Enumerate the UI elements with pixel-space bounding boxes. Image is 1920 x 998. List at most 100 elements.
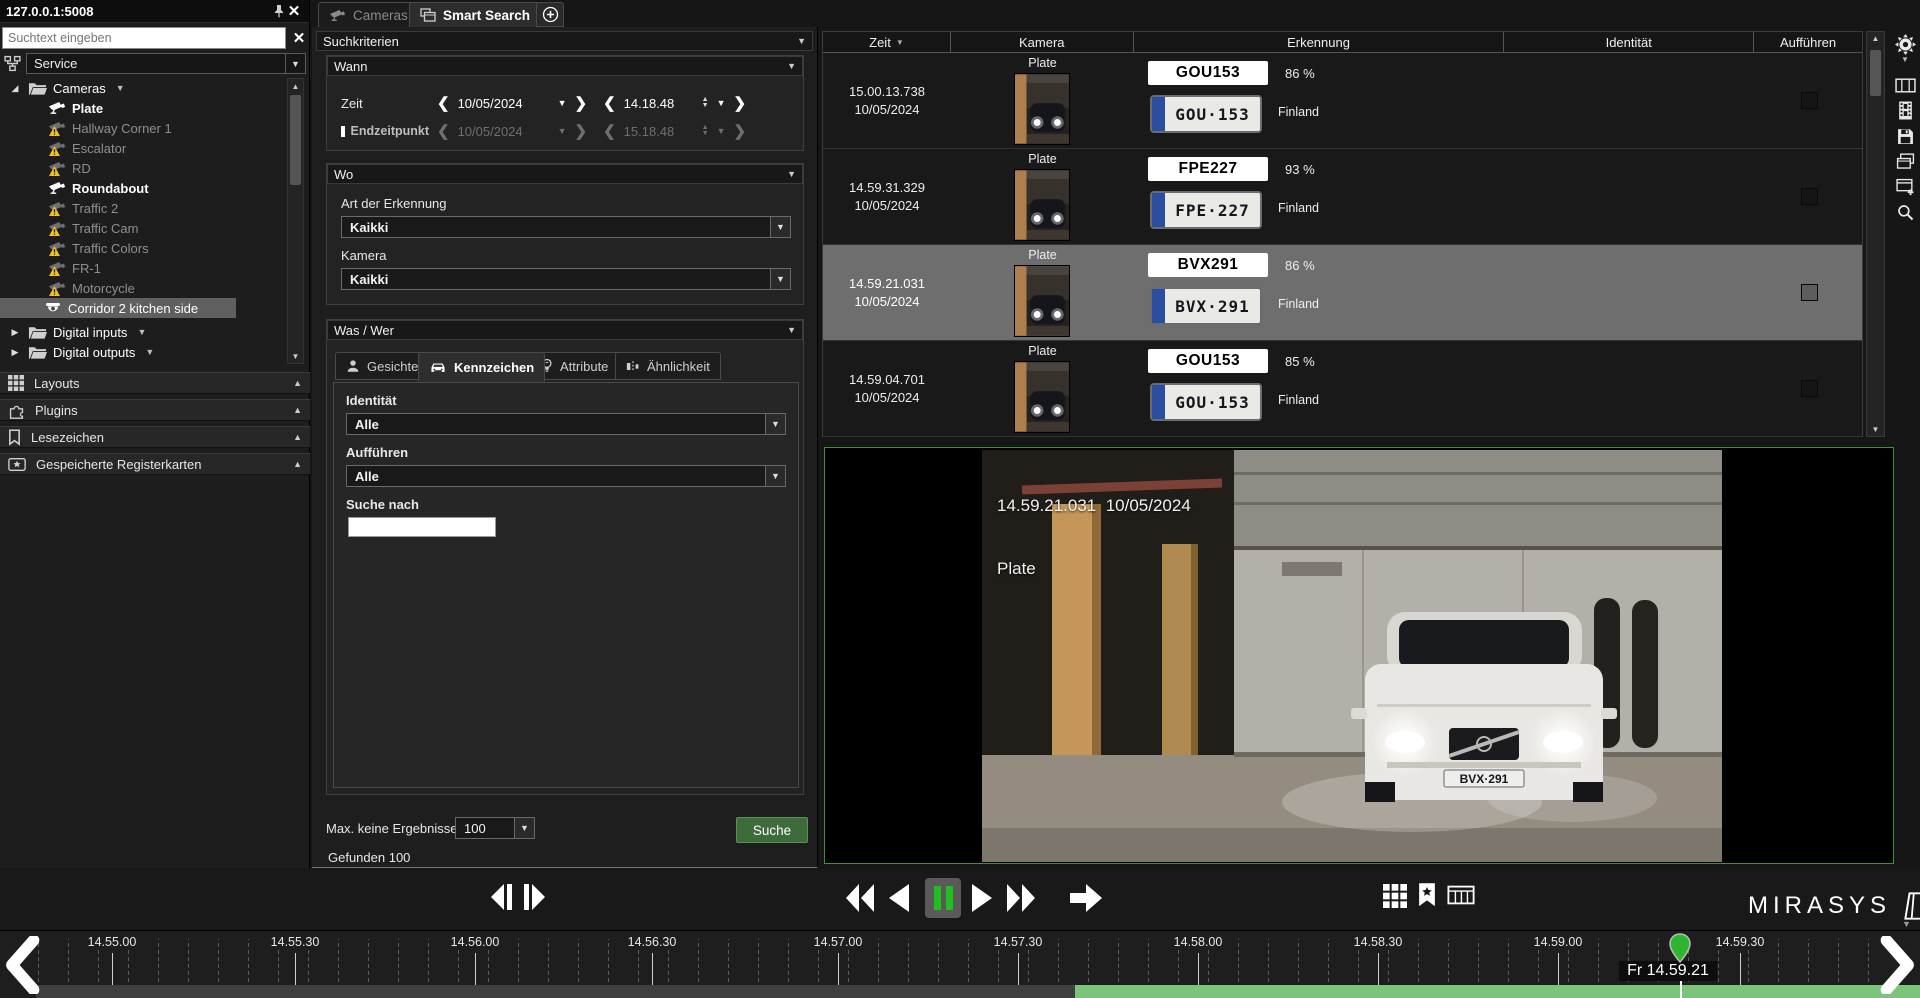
chevron-down-icon[interactable]: ▼ [285,54,305,73]
time-spinner[interactable]: ▲▼ [702,125,709,137]
filmstrip-horizontal-icon[interactable] [1895,78,1916,93]
camera-item[interactable]: Hallway Corner 1 [0,118,284,138]
bookmark-star-button[interactable] [1417,882,1437,908]
chevron-down-icon[interactable]: ▼ [116,83,125,93]
auffuehren-select[interactable]: Alle ▼ [346,465,786,487]
camera-item-roundabout[interactable]: Roundabout [0,178,284,198]
result-row[interactable]: 15.00.13.73810/05/2024 Plate GOU153 86 %… [823,53,1862,149]
result-row[interactable]: 14.59.31.32910/05/2024 Plate FPE227 93 %… [823,149,1862,245]
service-select[interactable]: Service ▼ [26,53,306,74]
film-table-button[interactable] [1447,885,1475,905]
scroll-up-icon[interactable]: ▲ [288,79,303,93]
wo-header[interactable]: Wo ▼ [327,164,803,184]
collapse-up-icon[interactable]: ▲ [293,405,302,415]
chevron-down-icon[interactable]: ▼ [787,169,796,179]
search-icon[interactable] [1897,204,1914,221]
chevron-down-icon[interactable]: ▼ [558,98,567,108]
camera-thumbnail[interactable] [1014,169,1070,241]
fast-forward-button[interactable] [1004,881,1038,915]
chevron-down-icon[interactable]: ▼ [717,98,726,108]
camera-thumbnail[interactable] [1014,265,1070,337]
add-window-icon[interactable] [1896,178,1915,196]
plate-image[interactable]: GOU·153 [1150,95,1262,133]
prev-time-icon[interactable]: ❮ [603,94,616,112]
panel-layouts[interactable]: Layouts ▲ [0,372,310,394]
chevron-down-icon[interactable]: ▼ [765,466,785,486]
jump-forward-button[interactable] [1068,881,1106,915]
settings-button[interactable]: ▼ [1895,34,1916,64]
end-time-value[interactable]: 15.18.48 [624,124,694,139]
pause-button[interactable] [925,878,961,918]
next-time-icon[interactable]: ❯ [734,94,747,112]
chevron-down-icon[interactable]: ▼ [558,126,567,136]
suchkriterien-header[interactable]: Suchkriterien ▼ [316,31,813,51]
endzeitpunkt-checkbox[interactable] [341,126,345,137]
next-time-icon[interactable]: ❯ [734,122,747,140]
save-icon[interactable] [1897,128,1914,145]
tree-scrollbar[interactable]: ▲ ▼ [287,78,304,364]
plate-image[interactable]: FPE·227 [1150,191,1262,229]
plate-image[interactable]: BVX·291 [1150,287,1262,325]
column-header-kamera[interactable]: Kamera [951,32,1134,52]
plate-number[interactable]: FPE227 [1148,157,1268,181]
new-tab-button[interactable] [536,2,564,27]
auffuehren-checkbox[interactable] [1801,92,1818,109]
chevron-down-icon[interactable]: ▼ [514,818,534,838]
grid-view-button[interactable] [1383,884,1407,908]
timeline-scroll-right-button[interactable] [1880,936,1916,994]
panel-gespeicherte-registerkarten[interactable]: Gespeicherte Registerkarten ▲ [0,453,310,475]
prev-date-icon[interactable]: ❮ [437,122,450,140]
clear-search-icon[interactable]: ✕ [290,29,308,47]
camera-item[interactable]: Traffic Cam [0,218,284,238]
step-backward-button[interactable] [488,882,514,912]
camera-item[interactable]: FR-1 [0,258,284,278]
chevron-down-icon[interactable]: ▼ [717,126,726,136]
zeit-time-value[interactable]: 14.18.48 [624,96,694,111]
step-forward-button[interactable] [522,882,548,912]
panel-plugins[interactable]: Plugins ▲ [0,399,310,421]
tree-folder-cameras[interactable]: ◢ Cameras ▼ [0,78,284,98]
next-date-icon[interactable]: ❯ [575,94,588,112]
timeline-scroll-left-button[interactable] [4,936,40,994]
tab-kennzeichen[interactable]: Kennzeichen [418,352,545,382]
camera-item-selected[interactable]: Corridor 2 kitchen side [0,298,236,318]
scroll-down-icon[interactable]: ▼ [288,349,303,363]
column-header-auffuehren[interactable]: Aufführen [1754,32,1862,52]
play-button[interactable] [970,881,996,915]
max-results-select[interactable]: 100 ▼ [455,817,535,839]
tree-view-icon[interactable] [4,55,21,72]
suche-nach-input[interactable] [348,517,496,537]
scroll-up-icon[interactable]: ▲ [1867,34,1884,43]
chevron-down-icon[interactable]: ▼ [787,325,796,335]
filmstrip-vertical-icon[interactable] [1898,101,1913,120]
export-windows-icon[interactable] [1896,153,1915,170]
pin-icon[interactable] [273,4,285,18]
auffuehren-checkbox[interactable] [1801,188,1818,205]
time-spinner[interactable]: ▲▼ [702,97,709,109]
kamera-select[interactable]: Kaikki ▼ [341,268,791,290]
tree-folder-digital-inputs[interactable]: ▶ Digital inputs ▼ [0,322,284,342]
search-input[interactable] [2,27,286,49]
rewind-button[interactable] [843,881,877,915]
column-header-erkennung[interactable]: Erkennung [1134,32,1505,52]
camera-item[interactable]: Escalator [0,138,284,158]
playhead-pin-icon[interactable] [1667,933,1693,963]
panel-lesezeichen[interactable]: Lesezeichen ▲ [0,426,310,448]
tree-folder-digital-outputs[interactable]: ▶ Digital outputs ▼ [0,342,284,362]
scrollbar-thumb[interactable] [1870,50,1881,96]
auffuehren-checkbox[interactable] [1801,284,1818,301]
scroll-down-icon[interactable]: ▼ [1867,425,1884,434]
end-date-value[interactable]: 10/05/2024 [458,124,550,139]
camera-thumbnail[interactable] [1014,73,1070,145]
play-backward-button[interactable] [885,881,911,915]
column-header-identitaet[interactable]: Identität [1504,32,1754,52]
prev-date-icon[interactable]: ❮ [437,94,450,112]
result-row[interactable]: 14.59.04.70110/05/2024 Plate GOU153 85 %… [823,341,1862,437]
scrollbar-thumb[interactable] [290,95,301,185]
collapse-up-icon[interactable]: ▲ [293,378,302,388]
chevron-down-icon[interactable]: ▼ [765,414,785,434]
chevron-down-icon[interactable]: ▼ [137,327,146,337]
was-wer-header[interactable]: Was / Wer ▼ [327,320,803,340]
expand-arrow-icon[interactable]: ▶ [8,347,22,358]
results-scrollbar[interactable]: ▲ ▼ [1866,31,1885,437]
